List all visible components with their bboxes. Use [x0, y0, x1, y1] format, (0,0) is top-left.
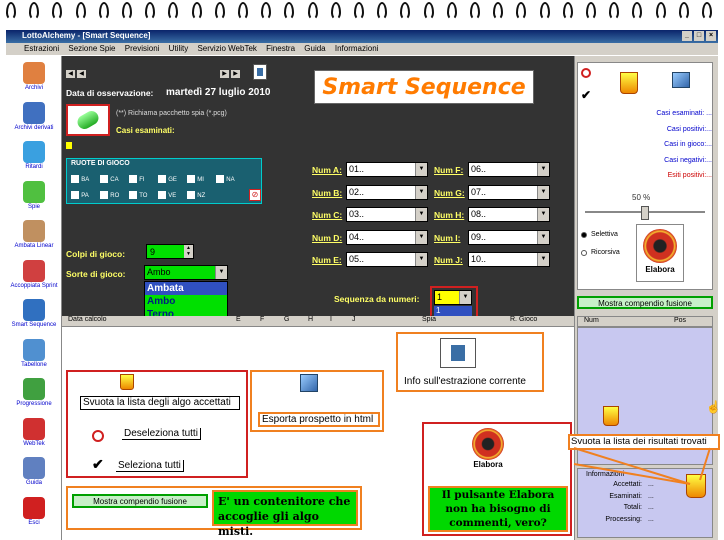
- callout-arrows: [573, 447, 711, 485]
- mouse-cursor-icon: ☝: [706, 400, 721, 414]
